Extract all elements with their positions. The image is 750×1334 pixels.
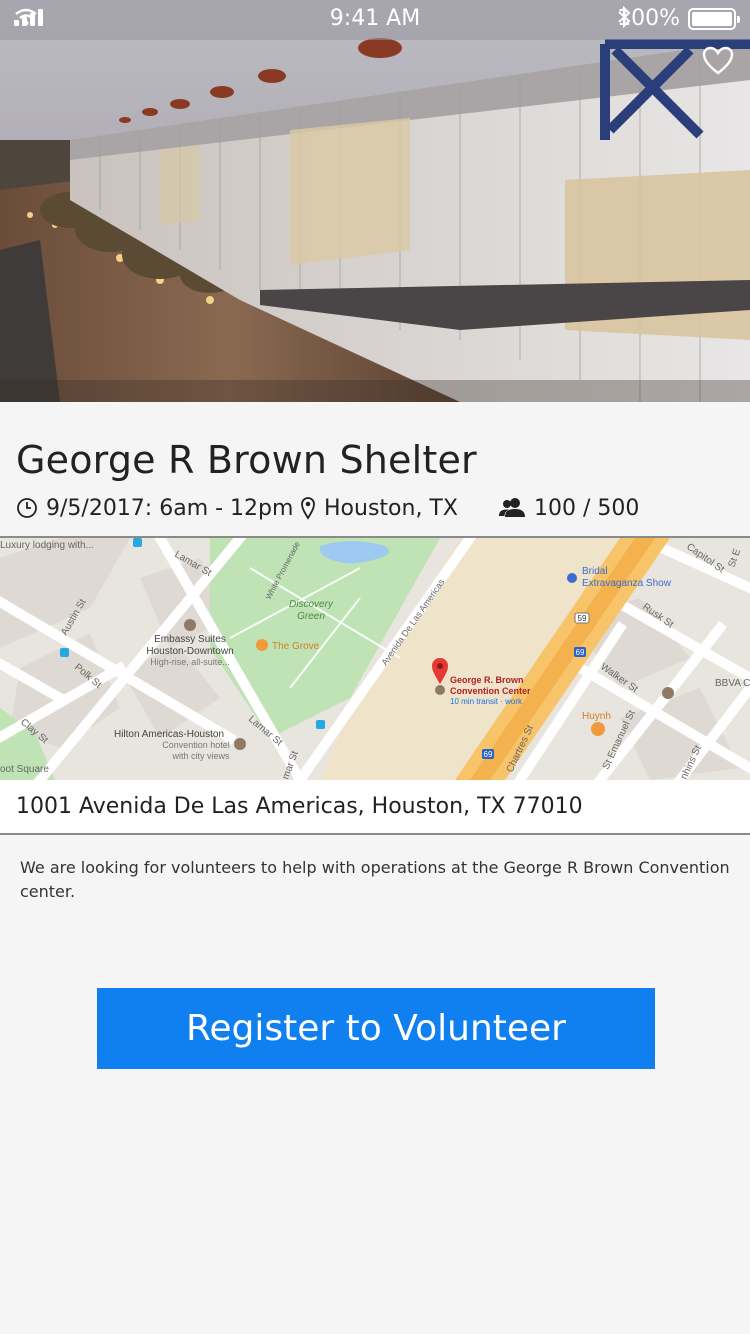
event-datetime-text: 9/5/2017: 6am - 12pm (46, 495, 294, 521)
event-title: George R Brown Shelter (16, 438, 477, 482)
map-label-hilton-2: Convention hotel (162, 740, 230, 750)
map-label-discovery-1: Discovery (289, 599, 334, 610)
map-label-bridal-1: Bridal (582, 566, 608, 577)
map-label-hilton-1: Hilton Americas-Houston (114, 729, 224, 740)
clock-icon (17, 498, 37, 518)
people-icon (499, 498, 525, 517)
register-button[interactable]: Register to Volunteer (97, 988, 655, 1069)
event-location-text: Houston, TX (324, 495, 458, 521)
map-canvas: Luxury lodging with... Lamar St Austin S… (0, 538, 750, 780)
bluetooth-icon (618, 6, 631, 28)
event-description: We are looking for volunteers to help wi… (20, 858, 730, 901)
event-location: Houston, TX (300, 490, 458, 526)
map-label-hilton-3: with city views (171, 751, 230, 761)
hero-image: 9:41 AM 100% (0, 0, 750, 402)
convention-center-photo (0, 0, 750, 402)
address-bar: 1001 Avenida De Las Americas, Houston, T… (0, 780, 750, 834)
map-label-luxury: Luxury lodging with... (0, 540, 94, 551)
map-label-grb-3: 10 min transit · work (450, 697, 523, 706)
event-meta: 9/5/2017: 6am - 12pm Houston, TX 100 / 5… (16, 490, 736, 526)
map-label-grb-1: George R. Brown (450, 675, 524, 685)
heart-icon (702, 46, 734, 75)
map-label-embassy-2: Houston-Downtown (146, 646, 233, 657)
map-label-embassy-1: Embassy Suites (154, 634, 226, 645)
map-label-discovery-2: Green (297, 611, 325, 622)
location-map[interactable]: Luxury lodging with... Lamar St Austin S… (0, 538, 750, 780)
battery-icon (688, 7, 740, 30)
map-label-hwy69a: 69 (576, 648, 585, 657)
map-label-grove: The Grove (272, 641, 320, 652)
map-label-square: oot Square (0, 764, 49, 775)
map-label-hwy59: 59 (578, 614, 587, 623)
map-label-embassy-3: High-rise, all-suite... (150, 657, 230, 667)
divider (0, 833, 750, 835)
map-label-grb-2: Convention Center (450, 686, 531, 696)
map-label-bridal-2: Extravaganza Show (582, 578, 672, 589)
event-address: 1001 Avenida De Las Americas, Houston, T… (16, 794, 583, 819)
event-datetime: 9/5/2017: 6am - 12pm (16, 490, 293, 526)
location-pin-icon (301, 497, 315, 520)
map-label-huynh: Huynh (582, 711, 611, 722)
event-capacity-text: 100 / 500 (534, 495, 640, 521)
status-bar: 9:41 AM 100% (0, 0, 750, 40)
map-label-hwy69b: 69 (484, 750, 493, 759)
event-capacity: 100 / 500 (498, 490, 639, 526)
map-label-bbva: BBVA C (715, 678, 750, 689)
favorite-button[interactable] (702, 46, 738, 82)
